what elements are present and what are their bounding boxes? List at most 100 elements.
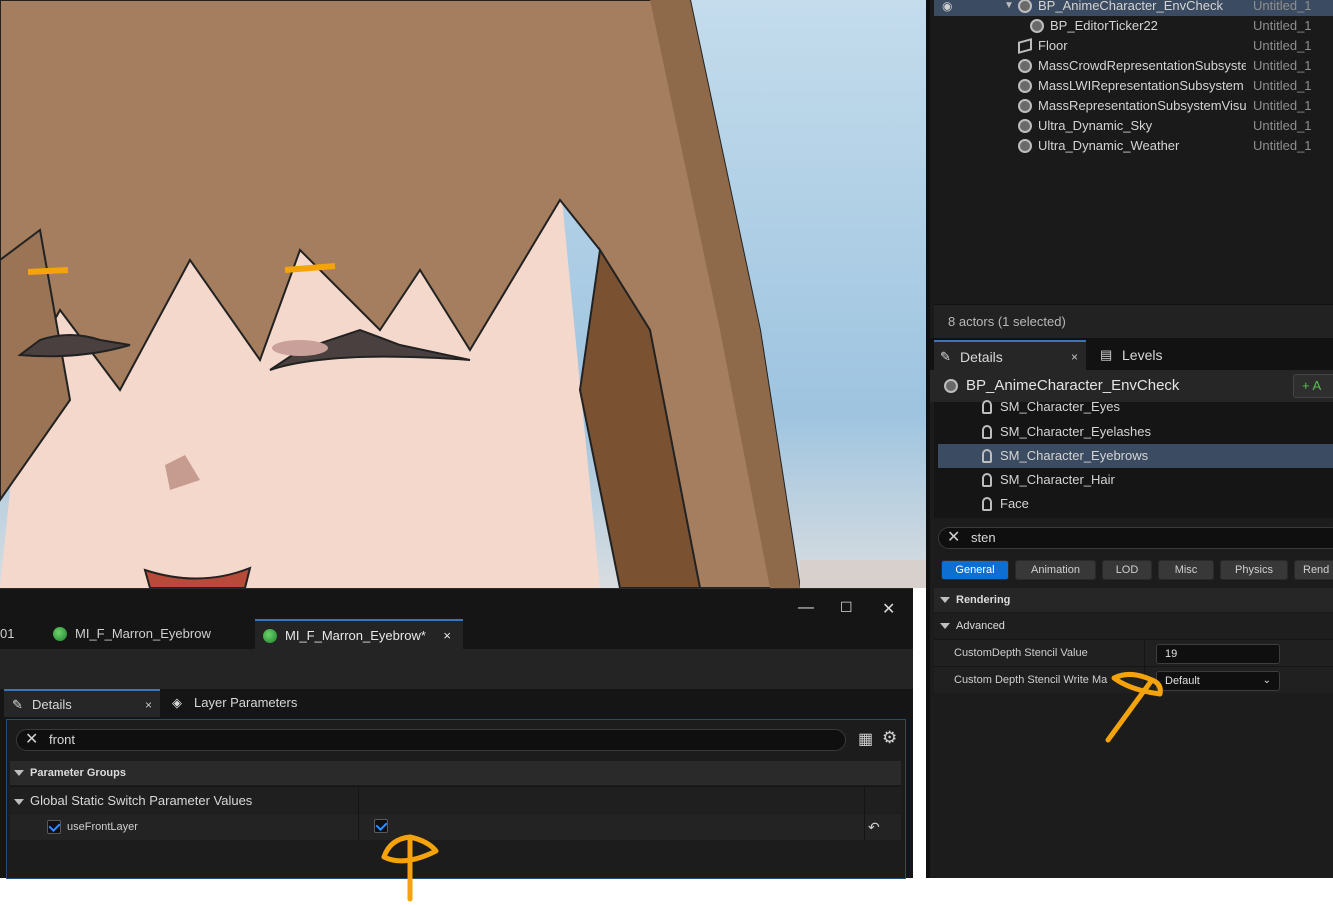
actor-icon [1018, 99, 1032, 113]
details-search-input[interactable]: ✕ sten [938, 527, 1333, 549]
tab-label: Details [960, 349, 1003, 365]
outliner-row[interactable]: BP_EditorTicker22 Untitled_1 [934, 16, 1333, 36]
actor-icon [1018, 59, 1032, 73]
outliner-row[interactable]: MassRepresentationSubsystemVisu Untitled… [934, 96, 1333, 116]
layers-icon: ◈ [172, 695, 182, 710]
eye-icon[interactable]: ◉ [942, 0, 952, 16]
outliner-row[interactable]: ◉ ▼ BP_AnimeCharacter_EnvCheck Untitled_… [934, 0, 1333, 16]
component-label: SM_Character_Eyebrows [1000, 448, 1149, 463]
group-label: Parameter Groups [30, 767, 126, 779]
actor-level: Untitled_1 [1253, 118, 1312, 133]
table-view-icon[interactable]: ▦ [858, 729, 873, 749]
override-checkbox[interactable] [47, 820, 61, 834]
outliner-row[interactable]: Floor Untitled_1 [934, 36, 1333, 56]
tab-details[interactable]: ✎ Details × [934, 340, 1086, 370]
filter-physics-button[interactable]: Physics [1220, 560, 1288, 580]
component-item[interactable]: SM_Character_Hair [938, 468, 1333, 492]
close-tab-icon[interactable]: × [145, 691, 152, 719]
maximize-button[interactable]: ☐ [840, 599, 853, 616]
actor-icon [1018, 0, 1032, 13]
pencil-icon: ✎ [12, 697, 23, 712]
editor-tab[interactable]: MI_F_Marron_Eyebrow [45, 619, 249, 649]
skeletal-mesh-icon [982, 425, 992, 439]
annotation-arrow-icon [1105, 672, 1163, 743]
pencil-icon: ✎ [940, 349, 951, 364]
parameter-groups-header[interactable]: Parameter Groups [10, 761, 901, 785]
actor-level: Untitled_1 [1253, 0, 1312, 13]
property-label: Custom Depth Stencil Write Ma [954, 674, 1108, 686]
component-label: SM_Character_Hair [1000, 472, 1115, 487]
filter-rendering-button[interactable]: Rend [1294, 560, 1333, 580]
skeletal-mesh-icon [982, 497, 992, 511]
outliner-row[interactable]: MassLWIRepresentationSubsystem Untitled_… [934, 76, 1333, 96]
clear-search-icon[interactable]: ✕ [947, 528, 960, 548]
material-instance-icon [53, 627, 67, 641]
toolbar [0, 649, 913, 689]
component-item[interactable]: Face [938, 492, 1333, 516]
annotation-arrow-icon [381, 834, 439, 902]
collapse-arrow-icon [940, 597, 950, 604]
component-item[interactable]: SM_Character_Eyebrows [938, 444, 1333, 468]
filter-lod-button[interactable]: LOD [1102, 560, 1152, 580]
actor-level: Untitled_1 [1253, 18, 1312, 33]
character-render [0, 0, 926, 588]
component-label: SM_Character_Eyelashes [1000, 424, 1152, 439]
material-search-input[interactable]: ✕ front [16, 729, 846, 751]
parameter-row: useFrontLayer ↶ [10, 814, 901, 840]
actor-name: MassRepresentationSubsystemVisu [1038, 98, 1246, 113]
column-divider [358, 814, 359, 840]
parameter-label: useFrontLayer [67, 821, 138, 833]
expand-arrow-icon[interactable]: ▼ [1004, 0, 1014, 16]
search-text: front [49, 732, 76, 747]
clear-search-icon[interactable]: ✕ [25, 730, 38, 750]
column-divider [864, 787, 865, 814]
collapse-arrow-icon [14, 770, 24, 777]
filter-misc-button[interactable]: Misc [1158, 560, 1214, 580]
outliner-row[interactable]: Ultra_Dynamic_Weather Untitled_1 [934, 136, 1333, 156]
close-tab-icon[interactable]: × [443, 621, 451, 651]
switch-group-row[interactable]: Global Static Switch Parameter Values [10, 786, 901, 814]
level-viewport[interactable] [0, 0, 926, 588]
component-item[interactable]: SM_Character_Eyes [938, 398, 1333, 416]
column-divider [864, 814, 865, 840]
column-divider [358, 787, 359, 814]
window-close-button[interactable]: ✕ [882, 599, 895, 619]
skeletal-mesh-icon [982, 400, 992, 414]
outliner-row[interactable]: MassCrowdRepresentationSubsyste Untitled… [934, 56, 1333, 76]
tab-layer-parameters[interactable]: ◈ Layer Parameters [172, 689, 332, 717]
tab-label: MI_F_Marron_Eyebrow* [285, 628, 426, 643]
category-label: Advanced [956, 620, 1005, 632]
actor-title: BP_AnimeCharacter_EnvCheck [966, 377, 1180, 394]
actor-icon [1018, 79, 1032, 93]
search-text: sten [971, 530, 996, 545]
advanced-subcategory[interactable]: Advanced [934, 614, 1333, 638]
component-label: SM_Character_Eyes [1000, 399, 1120, 414]
add-component-button[interactable]: + A [1293, 374, 1333, 398]
filter-general-button[interactable]: General [941, 560, 1009, 580]
actor-name: Ultra_Dynamic_Weather [1038, 138, 1180, 153]
group-label: Global Static Switch Parameter Values [30, 793, 253, 808]
reset-to-default-icon[interactable]: ↶ [868, 814, 880, 840]
actor-name: BP_AnimeCharacter_EnvCheck [1038, 0, 1223, 13]
component-item[interactable]: SM_Character_Eyelashes [938, 420, 1333, 444]
category-label: Rendering [956, 594, 1011, 606]
actor-level: Untitled_1 [1253, 38, 1312, 53]
minimize-button[interactable]: — [798, 599, 814, 617]
static-mesh-icon [1018, 38, 1032, 54]
skeletal-mesh-icon [982, 473, 992, 487]
editor-tab[interactable]: 01 [0, 619, 40, 649]
rendering-category[interactable]: Rendering [934, 588, 1333, 612]
filter-animation-button[interactable]: Animation [1015, 560, 1096, 580]
settings-gear-icon[interactable]: ⚙ [882, 728, 897, 748]
tab-label: MI_F_Marron_Eyebrow [75, 626, 211, 641]
tab-details[interactable]: ✎ Details × [4, 689, 160, 717]
material-instance-icon [263, 629, 277, 643]
actor-icon [1018, 119, 1032, 133]
outliner-row[interactable]: Ultra_Dynamic_Sky Untitled_1 [934, 116, 1333, 136]
tab-levels[interactable]: ▤ Levels [1098, 340, 1188, 370]
material-instance-editor: — ☐ ✕ 01 MI_F_Marron_Eyebrow MI_F_Marron… [0, 588, 913, 879]
close-tab-icon[interactable]: × [1071, 342, 1078, 372]
editor-tab-active[interactable]: MI_F_Marron_Eyebrow* × [255, 619, 463, 649]
skeletal-mesh-icon [982, 449, 992, 463]
actor-icon [1018, 139, 1032, 153]
